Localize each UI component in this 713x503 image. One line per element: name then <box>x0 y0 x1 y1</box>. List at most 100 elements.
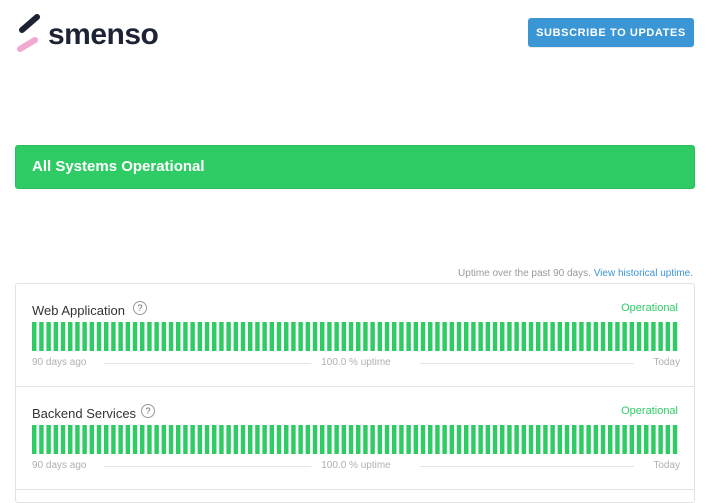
uptime-day-bar[interactable] <box>392 322 397 351</box>
uptime-day-bar[interactable] <box>586 322 591 351</box>
uptime-day-bar[interactable] <box>521 425 527 454</box>
uptime-day-bar[interactable] <box>608 425 613 454</box>
uptime-day-bar[interactable] <box>96 322 102 351</box>
uptime-day-bar[interactable] <box>269 425 275 454</box>
uptime-day-bar[interactable] <box>60 425 66 454</box>
uptime-day-bar[interactable] <box>298 322 303 351</box>
uptime-day-bar[interactable] <box>564 425 570 454</box>
uptime-day-bar[interactable] <box>572 425 577 454</box>
uptime-day-bar[interactable] <box>154 322 159 351</box>
uptime-day-bar[interactable] <box>291 425 296 454</box>
uptime-day-bar[interactable] <box>456 322 462 351</box>
uptime-day-bar[interactable] <box>96 425 102 454</box>
uptime-day-bar[interactable] <box>161 322 167 351</box>
uptime-day-bar[interactable] <box>212 322 217 351</box>
uptime-day-bar[interactable] <box>305 322 311 351</box>
uptime-day-bar[interactable] <box>168 322 174 351</box>
uptime-day-bar[interactable] <box>320 425 325 454</box>
historical-uptime-link[interactable]: View historical uptime. <box>594 268 693 279</box>
uptime-day-bar[interactable] <box>651 322 656 351</box>
uptime-day-bar[interactable] <box>464 322 469 351</box>
uptime-day-bar[interactable] <box>636 425 642 454</box>
uptime-day-bar[interactable] <box>212 425 217 454</box>
uptime-day-bar[interactable] <box>219 322 224 351</box>
uptime-day-bar[interactable] <box>514 322 519 351</box>
uptime-day-bar[interactable] <box>348 322 354 351</box>
uptime-day-bar[interactable] <box>183 425 188 454</box>
uptime-day-bar[interactable] <box>449 322 455 351</box>
uptime-day-bar[interactable] <box>579 425 584 454</box>
uptime-day-bar[interactable] <box>226 425 231 454</box>
uptime-day-bar[interactable] <box>32 322 37 351</box>
uptime-day-bar[interactable] <box>557 322 563 351</box>
uptime-day-bar[interactable] <box>370 425 375 454</box>
uptime-day-bar[interactable] <box>406 322 411 351</box>
uptime-day-bar[interactable] <box>132 425 138 454</box>
uptime-day-bar[interactable] <box>255 322 260 351</box>
uptime-day-bar[interactable] <box>219 425 224 454</box>
uptime-day-bar[interactable] <box>240 322 246 351</box>
uptime-day-bar[interactable] <box>233 425 239 454</box>
uptime-day-bar[interactable] <box>435 425 440 454</box>
uptime-day-bar[interactable] <box>312 322 318 351</box>
uptime-day-bar[interactable] <box>665 322 671 351</box>
uptime-day-bar[interactable] <box>557 425 563 454</box>
uptime-day-bar[interactable] <box>370 322 375 351</box>
uptime-day-bar[interactable] <box>363 322 368 351</box>
uptime-day-bar[interactable] <box>564 322 570 351</box>
uptime-day-bar[interactable] <box>298 425 303 454</box>
uptime-day-bar[interactable] <box>658 425 663 454</box>
uptime-day-bar[interactable] <box>305 425 311 454</box>
subscribe-button[interactable]: SUBSCRIBE TO UPDATES <box>528 18 694 47</box>
uptime-day-bar[interactable] <box>204 322 210 351</box>
uptime-day-bar[interactable] <box>53 425 59 454</box>
uptime-day-bar[interactable] <box>46 425 51 454</box>
uptime-day-bar[interactable] <box>492 322 498 351</box>
uptime-day-bar[interactable] <box>204 425 210 454</box>
uptime-day-bar[interactable] <box>284 425 289 454</box>
uptime-day-bar[interactable] <box>507 322 512 351</box>
brand-logo[interactable]: smenso <box>16 12 166 56</box>
uptime-day-bar[interactable] <box>190 322 195 351</box>
uptime-day-bar[interactable] <box>485 322 491 351</box>
question-circle-icon[interactable]: ? <box>141 404 155 418</box>
uptime-day-bar[interactable] <box>420 322 426 351</box>
uptime-day-bar[interactable] <box>420 425 426 454</box>
uptime-day-bar[interactable] <box>118 425 123 454</box>
uptime-day-bar[interactable] <box>377 425 383 454</box>
uptime-day-bar[interactable] <box>118 322 123 351</box>
uptime-day-bar[interactable] <box>140 425 145 454</box>
uptime-day-bar[interactable] <box>471 425 476 454</box>
uptime-day-bar[interactable] <box>644 322 649 351</box>
uptime-day-bar[interactable] <box>248 425 253 454</box>
uptime-day-bar[interactable] <box>312 425 318 454</box>
uptime-day-bar[interactable] <box>60 322 66 351</box>
uptime-day-bar[interactable] <box>262 322 267 351</box>
uptime-day-bar[interactable] <box>356 425 361 454</box>
uptime-day-bar[interactable] <box>478 322 483 351</box>
uptime-day-bar[interactable] <box>615 322 620 351</box>
uptime-day-bar[interactable] <box>478 425 483 454</box>
uptime-day-bar[interactable] <box>413 425 419 454</box>
uptime-day-bar[interactable] <box>197 425 203 454</box>
uptime-day-bar[interactable] <box>543 322 548 351</box>
uptime-day-bar[interactable] <box>334 322 339 351</box>
uptime-day-bar[interactable] <box>600 322 606 351</box>
uptime-day-bar[interactable] <box>377 322 383 351</box>
uptime-day-bar[interactable] <box>147 322 152 351</box>
uptime-day-bar[interactable] <box>147 425 152 454</box>
uptime-day-bar[interactable] <box>579 322 584 351</box>
uptime-day-bar[interactable] <box>428 322 433 351</box>
uptime-day-bar[interactable] <box>536 322 541 351</box>
uptime-day-bar[interactable] <box>536 425 541 454</box>
uptime-day-bar[interactable] <box>413 322 419 351</box>
uptime-day-bar[interactable] <box>428 425 433 454</box>
uptime-day-bar[interactable] <box>543 425 548 454</box>
uptime-day-bar[interactable] <box>521 322 527 351</box>
uptime-day-bar[interactable] <box>622 425 627 454</box>
uptime-day-bar[interactable] <box>672 425 678 454</box>
uptime-day-bar[interactable] <box>89 322 95 351</box>
uptime-day-bar[interactable] <box>284 322 289 351</box>
uptime-day-bar[interactable] <box>39 425 44 454</box>
uptime-day-bar[interactable] <box>435 322 440 351</box>
